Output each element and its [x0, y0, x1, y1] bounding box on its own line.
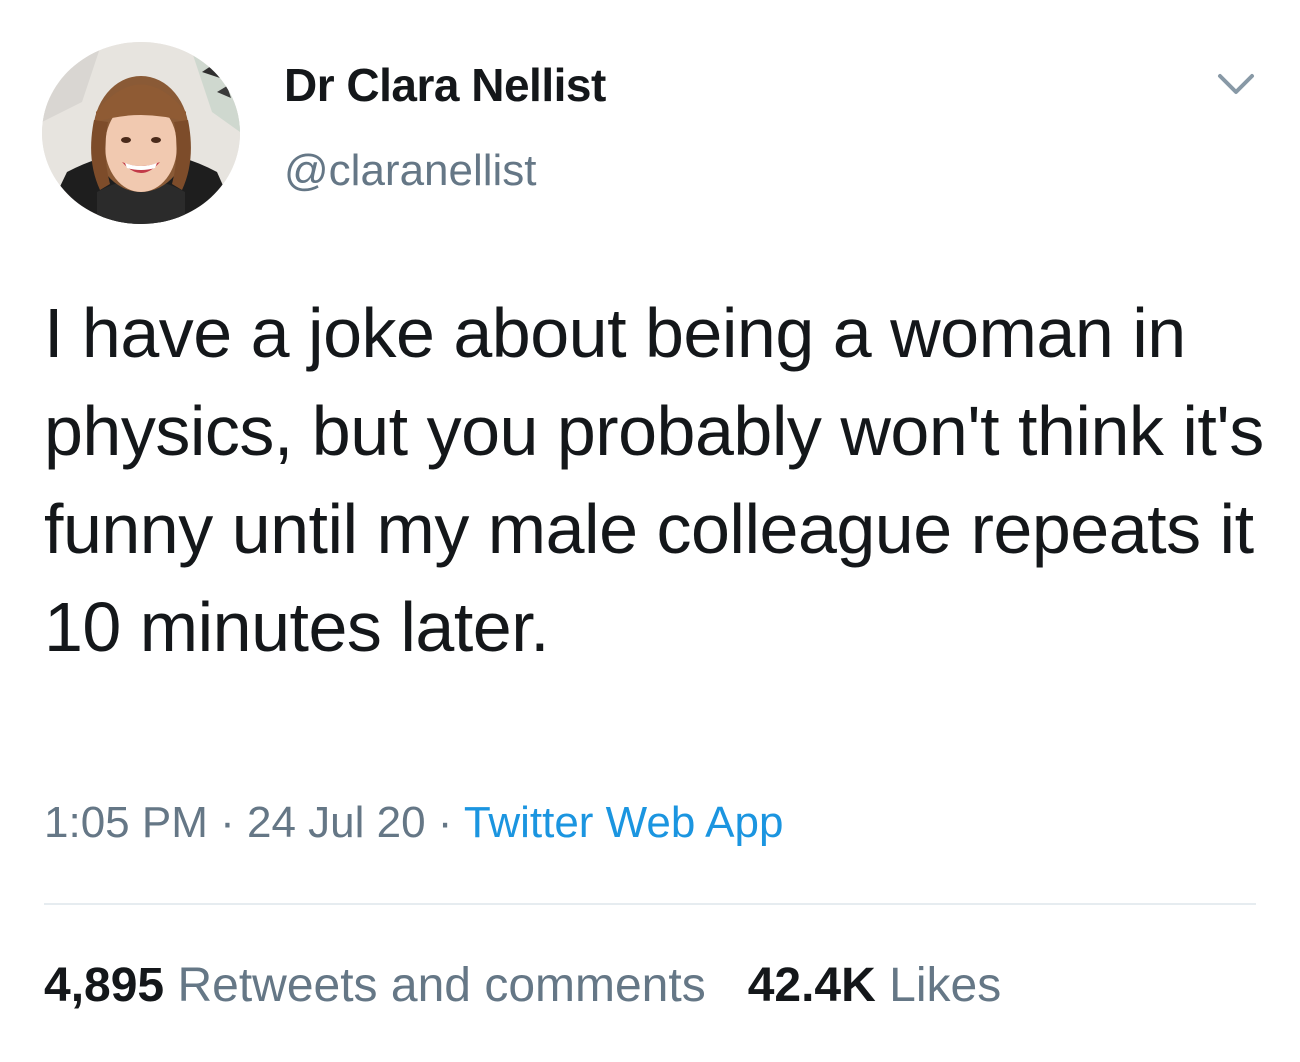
- tweet-source-link[interactable]: Twitter Web App: [464, 798, 784, 847]
- author-display-name[interactable]: Dr Clara Nellist: [284, 58, 606, 112]
- author-handle[interactable]: @claranellist: [284, 146, 537, 196]
- retweets-label: Retweets and comments: [177, 959, 706, 1012]
- tweet-text: I have a joke about being a woman in phy…: [44, 294, 1264, 666]
- tweet-time[interactable]: 1:05 PM: [44, 798, 208, 847]
- chevron-down-icon[interactable]: [1214, 66, 1258, 102]
- avatar-image: [42, 42, 240, 224]
- meta-separator: ·: [425, 798, 464, 847]
- meta-separator: ·: [207, 798, 247, 847]
- divider: [44, 903, 1256, 905]
- likes-stat[interactable]: 42.4K Likes: [748, 959, 1002, 1012]
- retweets-stat[interactable]: 4,895 Retweets and comments: [44, 959, 706, 1012]
- tweet-date[interactable]: 24 Jul 20: [247, 798, 426, 847]
- likes-count: 42.4K: [747, 959, 876, 1012]
- tweet-stats: 4,895 Retweets and comments 42.4K Likes: [44, 958, 1001, 1013]
- avatar[interactable]: [42, 42, 240, 224]
- retweets-count: 4,895: [44, 959, 165, 1012]
- likes-label: Likes: [889, 959, 1002, 1012]
- tweet-card: Dr Clara Nellist @claranellist I have a …: [0, 0, 1300, 1062]
- tweet-meta: 1:05 PM · 24 Jul 20 · Twitter Web App: [44, 798, 783, 848]
